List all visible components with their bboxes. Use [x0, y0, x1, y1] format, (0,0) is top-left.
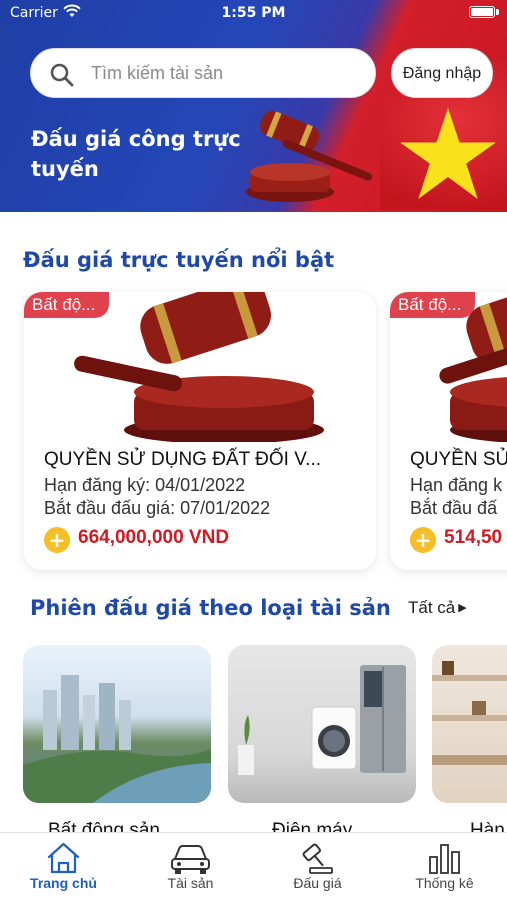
- gavel-icon: [302, 843, 333, 874]
- tab-label: Trang chủ: [30, 875, 97, 891]
- login-button[interactable]: Đăng nhập: [391, 48, 493, 98]
- car-icon: [171, 845, 210, 874]
- auction-price: 664,000,000 VND: [78, 527, 230, 548]
- real-estate-image: [23, 675, 211, 803]
- auction-card[interactable]: Bất độ... QUYỀN SỬ Hạn đăng k Bắt đầu đấ…: [390, 292, 507, 570]
- categories-section-title: Phiên đấu giá theo loại tài sản: [30, 596, 391, 620]
- tab-assets[interactable]: Tài sản: [127, 833, 254, 900]
- caret-right-icon: ▶: [455, 602, 467, 614]
- category-card-real-estate[interactable]: [23, 645, 211, 803]
- featured-carousel[interactable]: Bất độ... QUYỀN SỬ DỤNG ĐẤT ĐỐI V... Hạn…: [0, 292, 507, 572]
- registration-deadline: Hạn đăng k: [410, 475, 503, 495]
- coin-icon: +: [410, 527, 436, 553]
- auction-title: QUYỀN SỬ DỤNG ĐẤT ĐỐI V...: [44, 449, 322, 470]
- gavel-illustration: [246, 110, 373, 202]
- tab-label: Thống kê: [415, 875, 474, 891]
- search-icon: [50, 63, 74, 87]
- banner-title: Đấu giá công trực tuyến: [31, 127, 241, 181]
- auction-start-date: Bắt đầu đấu giá: 07/01/2022: [44, 498, 271, 518]
- app-root: Carrier 1:55 PM Tìm kiếm tài sản Đăng nh…: [0, 0, 507, 900]
- search-placeholder: Tìm kiếm tài sản: [91, 63, 224, 83]
- coin-icon: +: [44, 527, 70, 553]
- auction-price: 514,50: [444, 527, 503, 548]
- bar-chart-icon: [429, 844, 460, 874]
- category-card-goods[interactable]: [432, 645, 507, 803]
- auction-title: QUYỀN SỬ: [410, 449, 507, 470]
- tab-auction[interactable]: Đấu giá: [254, 833, 381, 900]
- category-carousel[interactable]: [0, 645, 507, 835]
- auction-start-date: Bắt đầu đấ: [410, 498, 498, 518]
- status-bar: Carrier 1:55 PM: [0, 0, 507, 26]
- featured-section-title: Đấu giá trực tuyến nổi bật: [23, 248, 335, 272]
- search-input[interactable]: Tìm kiếm tài sản: [30, 48, 376, 98]
- goods-image: [432, 661, 507, 765]
- see-all-link[interactable]: Tất cả ▶: [408, 598, 467, 618]
- registration-deadline: Hạn đăng ký: 04/01/2022: [44, 475, 246, 495]
- tab-label: Đấu giá: [293, 875, 342, 891]
- battery-tip: [496, 9, 499, 15]
- category-tag: Bất độ...: [24, 292, 110, 318]
- category-card-appliances[interactable]: [228, 645, 416, 803]
- see-all-label: Tất cả: [408, 598, 456, 617]
- tab-label: Tài sản: [167, 875, 214, 891]
- battery-icon: [469, 6, 495, 18]
- tab-statistics[interactable]: Thống kê: [381, 833, 507, 900]
- category-tag: Bất độ...: [390, 292, 476, 318]
- home-icon: [47, 842, 80, 874]
- bottom-tab-bar: Trang chủ Tài sản Đấu giá Thống kê: [0, 832, 507, 900]
- clock-time: 1:55 PM: [221, 5, 286, 21]
- hero-banner: Carrier 1:55 PM Tìm kiếm tài sản Đăng nh…: [0, 0, 507, 212]
- appliance-image: [238, 665, 406, 775]
- tab-home[interactable]: Trang chủ: [0, 833, 127, 900]
- star-icon: [400, 108, 496, 200]
- auction-card[interactable]: Bất độ... QUYỀN SỬ DỤNG ĐẤT ĐỐI V... Hạn…: [24, 292, 376, 570]
